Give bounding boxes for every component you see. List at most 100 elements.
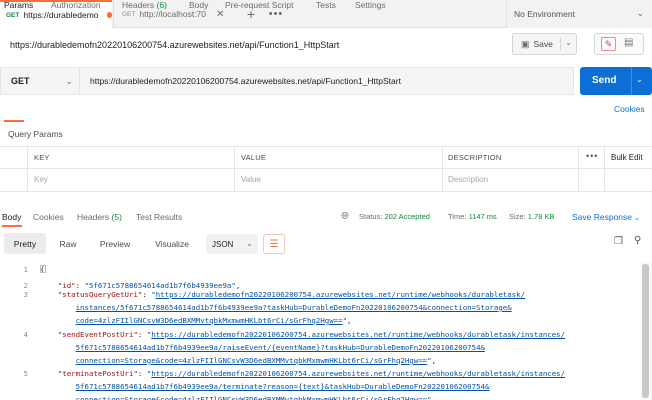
- chevron-down-icon[interactable]: ⌄: [565, 38, 572, 47]
- code-line: "id": "5f671c5788654614ad1b7f6b4939ee9a"…: [40, 281, 240, 290]
- column-header-value: VALUE: [241, 153, 267, 162]
- table-border: [0, 146, 652, 147]
- table-border: [604, 146, 605, 192]
- chevron-down-icon: ⌄: [636, 8, 644, 18]
- method-select[interactable]: GET ⌄: [0, 67, 80, 95]
- tab-headers-label: Headers: [122, 0, 155, 10]
- code-link[interactable]: connection=Storage&code=4zlzFIIlGNCsvW3D…: [76, 356, 428, 365]
- response-status: Status: 202 Accepted: [359, 212, 430, 221]
- status-label: Status:: [359, 212, 383, 221]
- value-input[interactable]: Value: [241, 175, 261, 184]
- key-input[interactable]: Key: [34, 175, 48, 184]
- language-select[interactable]: JSON ⌄: [206, 234, 258, 254]
- code-link[interactable]: 5f671c5788654614ad1b7f6b4939ee9a/termina…: [76, 382, 490, 391]
- column-header-key: KEY: [34, 153, 50, 162]
- code-token: ,: [431, 356, 437, 365]
- line-number: 5: [23, 369, 28, 378]
- line-number: 4: [23, 330, 28, 339]
- chevron-down-icon: ⌄: [65, 76, 73, 86]
- code-token: :: [75, 281, 85, 290]
- code-line: instances/5f671c5788654614ad1b7f6b4939ee…: [40, 303, 512, 312]
- code-link[interactable]: https://durabledemofn20220106200754.azur…: [156, 290, 525, 299]
- tab-method: GET: [6, 11, 20, 19]
- document-icon[interactable]: ▤: [624, 37, 633, 48]
- tab-headers[interactable]: Headers (6): [122, 0, 167, 10]
- time-label: Time:: [448, 212, 467, 221]
- search-icon[interactable]: ⚲: [634, 235, 641, 246]
- chevron-down-icon[interactable]: ⌄: [636, 75, 643, 84]
- column-header-description: DESCRIPTION: [448, 153, 502, 162]
- tab-response-headers[interactable]: Headers (5): [77, 212, 122, 222]
- code-token: "id": [57, 281, 76, 290]
- code-token: "sendEventPostUri": [57, 330, 138, 339]
- code-token: ,: [235, 281, 241, 290]
- save-icon: ▣: [521, 38, 530, 49]
- save-response-button[interactable]: Save Response ⌄: [572, 212, 640, 222]
- tab-pre-request-script[interactable]: Pre-request Script: [225, 0, 294, 10]
- table-border: [234, 146, 235, 192]
- description-input[interactable]: Description: [448, 175, 488, 184]
- environment-select[interactable]: No Environment ⌄: [506, 0, 652, 28]
- response-size: Size: 1.78 KB: [509, 212, 554, 221]
- code-token: ,: [431, 395, 437, 400]
- globe-icon[interactable]: 🌐︎: [339, 210, 351, 222]
- code-token: "statusQueryGetUri": [57, 290, 143, 299]
- tab-settings[interactable]: Settings: [355, 0, 386, 10]
- copy-icon[interactable]: ❐: [614, 236, 623, 247]
- tab-response-headers-count: (5): [111, 212, 122, 222]
- code-line: connection=Storage&code=4zlzFIIlGNCsvW3D…: [40, 356, 436, 365]
- code-link[interactable]: instances/5f671c5788654614ad1b7f6b4939ee…: [76, 303, 512, 312]
- pencil-icon[interactable]: ✎: [601, 37, 616, 51]
- format-visualize-button[interactable]: Visualize: [146, 233, 198, 254]
- table-border: [27, 146, 28, 192]
- response-body-code[interactable]: 1{2 "id": "5f671c5788654614ad1b7f6b4939e…: [0, 262, 652, 400]
- url-input[interactable]: https://durabledemofn20220106200754.azur…: [80, 67, 574, 95]
- close-icon[interactable]: ✕: [216, 9, 224, 20]
- size-label: Size:: [509, 212, 526, 221]
- environment-label: No Environment: [514, 9, 575, 19]
- tab-headers-count: (6): [156, 0, 167, 10]
- save-button[interactable]: ▣ Save ⌄: [512, 33, 577, 55]
- code-token: "terminatePostUri": [57, 369, 138, 378]
- format-preview-button[interactable]: Preview: [92, 233, 138, 254]
- tab-test-results[interactable]: Test Results: [136, 212, 182, 222]
- more-icon[interactable]: •••: [586, 151, 598, 161]
- language-label: JSON: [212, 239, 234, 249]
- send-label: Send: [592, 75, 617, 86]
- code-link[interactable]: 5f671c5788654614ad1b7f6b4939ee9a/raiseEv…: [76, 343, 485, 352]
- code-link[interactable]: code=4zlzFIIlGNCsvW3D6edBXMMvtqbkMxmwmHK…: [76, 316, 343, 325]
- tab-response-cookies[interactable]: Cookies: [33, 212, 64, 222]
- format-pretty-button[interactable]: Pretty: [4, 233, 46, 254]
- format-raw-button[interactable]: Raw: [52, 233, 84, 254]
- send-button[interactable]: Send ⌄: [580, 67, 652, 95]
- response-time: Time: 1147 ms: [448, 212, 497, 221]
- code-line: code=4zlzFIIlGNCsvW3D6edBXMMvtqbkMxmwmHK…: [40, 316, 352, 325]
- size-value: 1.78 KB: [527, 212, 555, 221]
- edit-docs-group: ✎ ▤: [594, 33, 644, 55]
- code-link[interactable]: https://durabledemofn20220106200754.azur…: [151, 330, 565, 339]
- code-link[interactable]: https://durabledemofn20220106200754.azur…: [151, 369, 565, 378]
- save-label: Save: [533, 39, 553, 49]
- tab-response-body[interactable]: Body: [2, 212, 21, 222]
- code-line: connection=Storage&code=4zlzFIIlGNCsvW3D…: [40, 395, 436, 400]
- divider: [560, 37, 561, 51]
- bulk-edit-button[interactable]: Bulk Edit: [611, 153, 643, 162]
- tab-method: GET: [122, 10, 136, 18]
- scrollbar-thumb[interactable]: [642, 264, 649, 398]
- cookies-link[interactable]: Cookies: [614, 104, 645, 114]
- active-tab-indicator: [2, 225, 22, 227]
- fold-icon[interactable]: [40, 265, 46, 273]
- code-link[interactable]: connection=Storage&code=4zlzFIIlGNCsvW3D…: [76, 395, 428, 400]
- divider: [631, 67, 632, 95]
- tab-params[interactable]: Params: [4, 0, 33, 10]
- tab-authorization[interactable]: Authorization: [51, 0, 101, 10]
- table-border: [0, 191, 652, 192]
- tab-body[interactable]: Body: [189, 0, 208, 10]
- tab-tests[interactable]: Tests: [316, 0, 336, 10]
- wrap-icon[interactable]: ☰: [263, 234, 285, 254]
